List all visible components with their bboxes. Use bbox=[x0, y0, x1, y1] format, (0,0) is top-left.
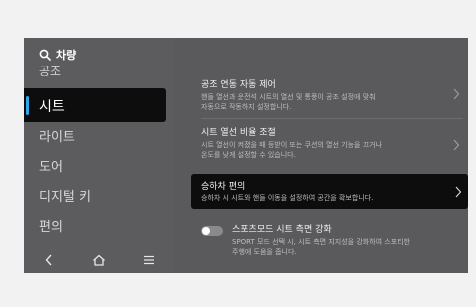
home-button[interactable] bbox=[89, 252, 109, 268]
sidebar: 차량 공조 시트 라이트 도어 디지털 키 편의 bbox=[24, 38, 174, 273]
sidebar-item-digital-key[interactable]: 디지털 키 bbox=[39, 186, 91, 205]
setting-sport-mode-side-bolster: 스포츠모드 시트 측면 강화 SPORT 모드 선택 시, 시트 측면 지지성을… bbox=[174, 216, 468, 273]
home-icon bbox=[93, 254, 105, 266]
setting-desc-line: 시트 열선이 켜졌을 때 등받이 또는 쿠션의 열선 기능을 끄거나 bbox=[201, 141, 383, 149]
menu-button[interactable] bbox=[139, 252, 159, 268]
sport-mode-toggle[interactable] bbox=[201, 226, 223, 236]
settings-panel: 공조 연동 자동 제어 핸들 열선과 운전석 시트의 열선 및 통풍이 공조 설… bbox=[174, 38, 468, 273]
setting-title: 시트 열선 비율 조절 bbox=[201, 128, 276, 138]
setting-desc-line: 핸들 열선과 운전석 시트의 열선 및 통풍이 공조 설정에 맞춰 bbox=[201, 93, 376, 101]
search-icon bbox=[39, 49, 51, 61]
setting-desc-line: SPORT 모드 선택 시, 시트 측면 지지성을 강화하여 스포티한 bbox=[232, 238, 411, 246]
back-chevron-icon bbox=[45, 254, 52, 265]
sidebar-item-seat[interactable]: 시트 bbox=[24, 88, 166, 122]
setting-title: 스포츠모드 시트 측면 강화 bbox=[232, 225, 332, 235]
menu-icon bbox=[144, 255, 154, 264]
setting-desc-line: 자동으로 작동하지 설정합니다. bbox=[201, 103, 292, 111]
setting-seat-heater-ratio[interactable]: 시트 열선 비율 조절 시트 열선이 켜졌을 때 등받이 또는 쿠션의 열선 기… bbox=[174, 119, 468, 171]
chevron-right-icon bbox=[453, 88, 460, 100]
sidebar-item-convenience[interactable]: 편의 bbox=[39, 216, 63, 235]
sidebar-item-label: 라이트 bbox=[39, 130, 75, 145]
setting-auto-climate-control[interactable]: 공조 연동 자동 제어 핸들 열선과 운전석 시트의 열선 및 통풍이 공조 설… bbox=[174, 38, 468, 111]
sidebar-item-label: 편의 bbox=[39, 220, 63, 235]
sidebar-item-label: 시트 bbox=[39, 99, 65, 115]
sidebar-item-lights[interactable]: 라이트 bbox=[39, 126, 75, 145]
selection-indicator bbox=[26, 96, 29, 115]
chevron-right-icon bbox=[455, 186, 462, 198]
search-label: 차량 bbox=[56, 49, 77, 62]
setting-title: 공조 연동 자동 제어 bbox=[201, 80, 276, 90]
sidebar-item-label: 도어 bbox=[39, 160, 63, 175]
setting-desc-line: 온도를 낮게 설정할 수 있습니다. bbox=[201, 151, 296, 159]
setting-title: 승하차 편의 bbox=[201, 182, 246, 192]
setting-easy-access[interactable]: 승하차 편의 승하차 시 시트와 핸들 이동을 설정하여 공간을 확보합니다. bbox=[191, 174, 468, 209]
chevron-right-icon bbox=[453, 139, 460, 151]
sidebar-item-climate[interactable]: 공조 bbox=[39, 66, 61, 76]
back-button[interactable] bbox=[39, 252, 59, 268]
sidebar-item-label: 공조 bbox=[39, 66, 62, 76]
sidebar-item-label: 디지털 키 bbox=[39, 190, 91, 205]
infotainment-screen: 차량 공조 시트 라이트 도어 디지털 키 편의 공조 연동 자동 제어 핸들 … bbox=[24, 38, 468, 273]
search-bar[interactable]: 차량 bbox=[39, 47, 76, 63]
setting-desc-line: 승하차 시 시트와 핸들 이동을 설정하여 공간을 확보합니다. bbox=[201, 194, 374, 202]
setting-desc-line: 주행에 도움을 줍니다. bbox=[232, 248, 297, 256]
toggle-knob bbox=[202, 227, 210, 235]
bottom-nav bbox=[24, 246, 174, 273]
sidebar-item-doors[interactable]: 도어 bbox=[39, 156, 63, 175]
